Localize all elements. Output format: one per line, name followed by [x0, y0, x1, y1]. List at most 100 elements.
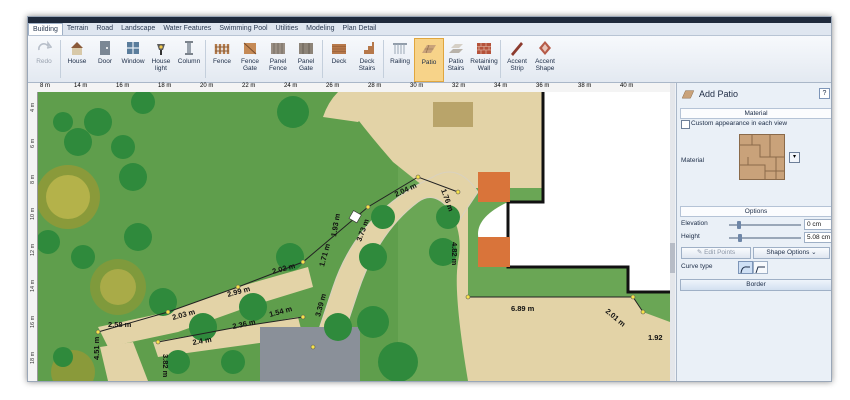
accent-strip-button[interactable]: Accent Strip	[503, 38, 531, 80]
ruler-tick-label: 8 m	[30, 174, 36, 184]
measurement-label: 4.51 m	[92, 336, 101, 360]
ruler-tick-label: 20 m	[200, 83, 214, 89]
tab-modeling[interactable]: Modeling	[302, 23, 338, 35]
ruler-tick-label: 22 m	[242, 83, 256, 89]
edit-points-icon: ✎	[696, 249, 705, 256]
ribbon-separator	[60, 40, 61, 78]
accent-shape-button[interactable]: Accent Shape	[531, 38, 559, 80]
height-slider-thumb[interactable]	[738, 234, 742, 242]
measurement-label: 6.89 m	[511, 304, 535, 313]
ribbon-separator	[500, 40, 501, 78]
retaining-wall-icon	[477, 43, 491, 54]
options-section-header: Options	[680, 206, 831, 217]
chevron-down-icon[interactable]: ▾	[789, 152, 800, 163]
deck-stairs-button[interactable]: Deck Stairs	[353, 38, 381, 80]
tab-utilities[interactable]: Utilities	[272, 23, 303, 35]
deck-stairs-icon	[360, 42, 374, 54]
ruler-tick-label: 14 m	[74, 83, 88, 89]
elevation-label: Elevation	[681, 220, 708, 227]
custom-appearance-checkbox[interactable]	[681, 120, 690, 129]
elevation-slider-thumb[interactable]	[737, 221, 741, 229]
tab-building[interactable]: Building	[28, 23, 63, 35]
house-light-button[interactable]: House light	[147, 38, 175, 80]
tab-landscape[interactable]: Landscape	[117, 23, 159, 35]
measurement-label: 3.82 m	[161, 354, 170, 378]
height-input[interactable]: 5.08 cm	[804, 232, 831, 243]
chevron-down-icon: ⌄	[809, 249, 817, 256]
deck-button[interactable]: Deck	[325, 38, 353, 80]
border-button[interactable]: Border	[680, 279, 831, 291]
tab-swimming-pool[interactable]: Swimming Pool	[215, 23, 271, 35]
deck-icon	[332, 44, 346, 54]
ribbon-separator	[205, 40, 206, 78]
ribbon-tabs: Building Terrain Road Landscape Water Fe…	[28, 23, 831, 36]
patio-button[interactable]: Patio	[414, 38, 444, 82]
height-label: Height	[681, 233, 700, 240]
ruler-tick-label: 40 m	[620, 83, 634, 89]
material-label: Material	[681, 157, 705, 164]
tab-water-features[interactable]: Water Features	[159, 23, 215, 35]
ruler-tick-label: 8 m	[40, 83, 51, 89]
custom-appearance-label: Custom appearance in each view	[691, 120, 788, 127]
fence-gate-icon	[243, 42, 257, 55]
app-window: Building Terrain Road Landscape Water Fe…	[27, 16, 832, 382]
ruler-tick-label: 10 m	[30, 207, 36, 220]
ruler-tick-label: 4 m	[30, 102, 36, 112]
panel-gate-icon	[299, 43, 313, 54]
material-swatch[interactable]	[739, 134, 785, 180]
elevation-input[interactable]: 0 cm	[804, 219, 831, 230]
retaining-wall-button[interactable]: Retaining Wall	[470, 38, 498, 80]
railing-button[interactable]: Railing	[386, 38, 414, 80]
column-icon	[185, 41, 193, 55]
column-button[interactable]: Column	[175, 38, 203, 80]
curve-smooth-icon	[740, 266, 750, 274]
curve-type-sharp-button[interactable]	[753, 261, 768, 274]
ruler-tick-label: 26 m	[326, 83, 340, 89]
vertical-ruler-labels: 4 m 6 m 8 m 10 m 12 m 14 m 16 m 18 m	[30, 102, 36, 364]
panel-fence-icon	[271, 43, 285, 54]
fence-button[interactable]: Fence	[208, 38, 236, 80]
ruler-tick-label: 24 m	[284, 83, 298, 89]
ruler-tick-label: 36 m	[536, 83, 550, 89]
curve-sharp-icon	[755, 266, 765, 274]
patio-icon	[422, 44, 436, 54]
ruler-tick-label: 14 m	[30, 279, 36, 292]
tab-road[interactable]: Road	[92, 23, 117, 35]
patio-icon	[681, 90, 695, 99]
accent-shape-icon	[539, 41, 551, 55]
patio-stairs-button[interactable]: Patio Stairs	[442, 38, 470, 80]
redo-button[interactable]: Redo	[30, 38, 58, 80]
ruler-tick-label: 16 m	[116, 83, 130, 89]
material-texture	[740, 135, 784, 179]
planter	[433, 102, 473, 127]
brick-step	[478, 172, 510, 202]
tab-terrain[interactable]: Terrain	[63, 23, 92, 35]
ruler-tick-label: 28 m	[368, 83, 382, 89]
door-button[interactable]: Door	[91, 38, 119, 80]
ruler-tick-label: 18 m	[158, 83, 172, 89]
vertical-scrollbar[interactable]	[670, 83, 675, 381]
ruler-tick-label: 30 m	[410, 83, 424, 89]
measurement-label: 4.82 m	[450, 242, 459, 266]
plan-canvas[interactable]: 1.76 m 2.04 m 3.73 m 1.93 m 1.71 m 4.82 …	[38, 92, 670, 381]
house-button[interactable]: House	[63, 38, 91, 80]
door-icon	[100, 41, 110, 55]
curve-type-smooth-button[interactable]	[738, 261, 753, 274]
window-button[interactable]: Window	[119, 38, 147, 80]
tab-plan-detail[interactable]: Plan Detail	[339, 23, 381, 35]
measurement-label: 2.58 m	[108, 320, 132, 329]
scrollbar-thumb[interactable]	[670, 243, 675, 273]
ribbon-separator	[322, 40, 323, 78]
ribbon-separator	[383, 40, 384, 78]
patio-stairs-icon	[449, 44, 463, 53]
shape-options-button[interactable]: Shape Options ⌄	[753, 247, 830, 259]
help-icon[interactable]: ?	[819, 88, 830, 99]
panel-fence-button[interactable]: Panel Fence	[264, 38, 292, 80]
measurement-label: 1.92	[648, 333, 663, 342]
house-icon	[71, 42, 83, 55]
fence-gate-button[interactable]: Fence Gate	[236, 38, 264, 80]
ruler-tick-label: 34 m	[494, 83, 508, 89]
edit-points-button[interactable]: ✎ Edit Points	[681, 247, 751, 259]
panel-gate-button[interactable]: Panel Gate	[292, 38, 320, 80]
curve-type-label: Curve type	[681, 263, 713, 270]
